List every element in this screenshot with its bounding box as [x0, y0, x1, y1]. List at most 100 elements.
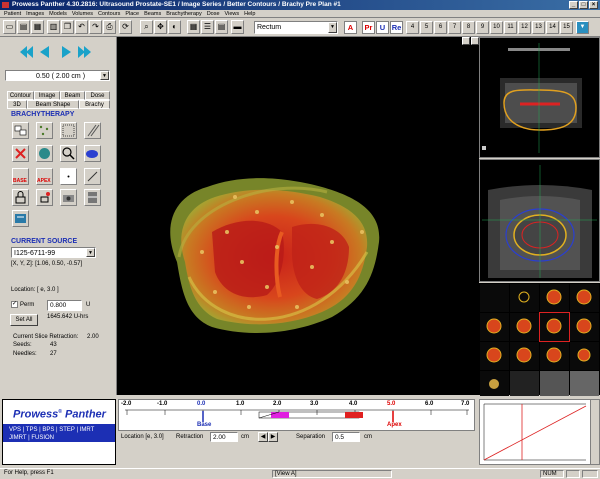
slot-12[interactable]: 12	[518, 21, 531, 34]
open-icon[interactable]: ▤	[17, 20, 30, 34]
ruler-icon[interactable]: ▬	[231, 20, 244, 34]
menu-contours[interactable]: Contours	[98, 10, 120, 17]
slice-thumbnail[interactable]	[510, 284, 539, 312]
print-icon[interactable]: ⎙	[103, 20, 116, 34]
next-frame-icon[interactable]	[62, 46, 71, 58]
copy-icon[interactable]: ❐	[61, 20, 74, 34]
prev-frame-icon[interactable]	[40, 46, 49, 58]
report-icon[interactable]	[12, 210, 29, 227]
template-grid-icon[interactable]	[60, 122, 77, 139]
slice-thumbnail[interactable]	[480, 342, 509, 370]
menu-models[interactable]: Models	[49, 10, 67, 17]
dvh-scrollbar[interactable]	[590, 400, 599, 464]
grid-icon[interactable]: ▦	[187, 20, 200, 34]
new-icon[interactable]: ▭	[3, 20, 16, 34]
view-select[interactable]: Rectum ▼	[254, 21, 338, 34]
lock-seed-icon[interactable]	[36, 189, 53, 206]
line-tool-icon[interactable]	[84, 168, 101, 185]
slot-11[interactable]: 11	[504, 21, 517, 34]
lock-icon[interactable]	[12, 189, 29, 206]
menu-help[interactable]: Help	[244, 10, 255, 17]
slice-thumbnail[interactable]	[540, 342, 569, 370]
perm-value-field[interactable]: 0.800	[47, 300, 82, 311]
set-all-button[interactable]: Set All	[10, 314, 38, 326]
undo-icon[interactable]: ↶	[75, 20, 88, 34]
pill-a[interactable]: A	[344, 21, 357, 34]
perm-checkbox[interactable]: ✓	[11, 301, 18, 308]
main-3d-view[interactable]	[117, 37, 479, 395]
redo-icon[interactable]: ↷	[89, 20, 102, 34]
save-icon[interactable]: ▦	[31, 20, 44, 34]
product-links-1[interactable]: VPS | TPS | BPS | STEP | IMRT	[3, 426, 115, 434]
view-option-icon[interactable]	[462, 37, 470, 45]
list-icon[interactable]: ☰	[201, 20, 214, 34]
tab-3d[interactable]: 3D	[7, 100, 27, 109]
source-select[interactable]: I125-6711-99 ▼	[11, 247, 96, 258]
sagittal-view[interactable]	[479, 37, 600, 158]
maximize-button[interactable]: □	[579, 1, 588, 9]
tab-contour[interactable]: Contour	[7, 91, 34, 100]
seed-grid-icon[interactable]	[12, 122, 29, 139]
menu-views[interactable]: Views	[225, 10, 240, 17]
slice-thumbnail[interactable]	[480, 313, 509, 341]
slot-8[interactable]: 8	[462, 21, 475, 34]
volume-icon[interactable]	[36, 145, 53, 162]
dose-volume-histogram[interactable]	[479, 399, 600, 465]
slice-thumbnail[interactable]	[510, 313, 539, 341]
slice-thumbnail[interactable]	[480, 284, 509, 312]
magnify-icon[interactable]	[60, 145, 77, 162]
structure-icon[interactable]	[84, 145, 101, 162]
slot-13[interactable]: 13	[532, 21, 545, 34]
menu-patient[interactable]: Patient	[4, 10, 21, 17]
step-select[interactable]: 0.50 ( 2.00 cm ) ▼	[5, 70, 110, 81]
tab-beam-shape[interactable]: Beam Shape	[27, 100, 79, 109]
view-restore-icon[interactable]	[471, 37, 479, 45]
chevron-down-icon[interactable]: ▼	[328, 22, 337, 33]
menu-images[interactable]: Images	[26, 10, 44, 17]
slice-thumbnail[interactable]	[540, 284, 569, 312]
slice-thumbnail[interactable]	[510, 342, 539, 370]
menu-volumes[interactable]: Volumes	[72, 10, 93, 17]
slice-thumbnail[interactable]	[570, 371, 599, 399]
film-icon[interactable]	[84, 189, 101, 206]
point-icon[interactable]	[60, 168, 77, 185]
expand-down-icon[interactable]: ▼	[576, 21, 589, 34]
close-button[interactable]: ×	[589, 1, 598, 9]
slot-7[interactable]: 7	[448, 21, 461, 34]
window-level-icon[interactable]: ◐	[168, 20, 181, 34]
slice-thumbnail[interactable]	[510, 371, 539, 399]
product-links-2[interactable]: JIMRT | FUSION	[3, 434, 115, 442]
retract-right-icon[interactable]: ▶	[268, 432, 278, 442]
slice-thumbnail[interactable]	[570, 313, 599, 341]
pill-re[interactable]: Re	[390, 21, 403, 34]
layout-icon[interactable]: ▥	[47, 20, 60, 34]
scatter-seeds-icon[interactable]	[36, 122, 53, 139]
table-icon[interactable]: ▤	[215, 20, 228, 34]
menu-place[interactable]: Place	[125, 10, 139, 17]
retraction-field[interactable]: 2.00	[210, 432, 238, 442]
refresh-icon[interactable]: ⟳	[119, 20, 132, 34]
slot-14[interactable]: 14	[546, 21, 559, 34]
slice-thumbnail-selected[interactable]	[539, 312, 570, 342]
first-frame-icon[interactable]	[20, 46, 33, 58]
slice-thumbnail[interactable]	[570, 284, 599, 312]
menu-beams[interactable]: Beams	[144, 10, 161, 17]
pan-icon[interactable]: ✥	[154, 20, 167, 34]
tab-beam[interactable]: Beam	[60, 91, 85, 100]
menu-brachytherapy[interactable]: Brachytherapy	[166, 10, 201, 17]
base-apex-ruler[interactable]: -2.0 -1.0 0.0 1.0 2.0 3.0 4.0 5.0 6.0 7.…	[118, 399, 475, 431]
minimize-button[interactable]: _	[569, 1, 578, 9]
slot-5[interactable]: 5	[420, 21, 433, 34]
zoom-icon[interactable]: ⌕	[140, 20, 153, 34]
slot-6[interactable]: 6	[434, 21, 447, 34]
slice-thumbnail[interactable]	[480, 371, 509, 399]
tab-brachy[interactable]: Brachy	[79, 100, 110, 109]
pill-u[interactable]: U	[376, 21, 389, 34]
slot-10[interactable]: 10	[490, 21, 503, 34]
slice-thumbnail[interactable]	[570, 342, 599, 370]
slot-15[interactable]: 15	[560, 21, 573, 34]
chevron-down-icon[interactable]: ▼	[86, 248, 95, 257]
retract-left-icon[interactable]: ◀	[258, 432, 268, 442]
tab-dose[interactable]: Dose	[85, 91, 110, 100]
slot-4[interactable]: 4	[406, 21, 419, 34]
